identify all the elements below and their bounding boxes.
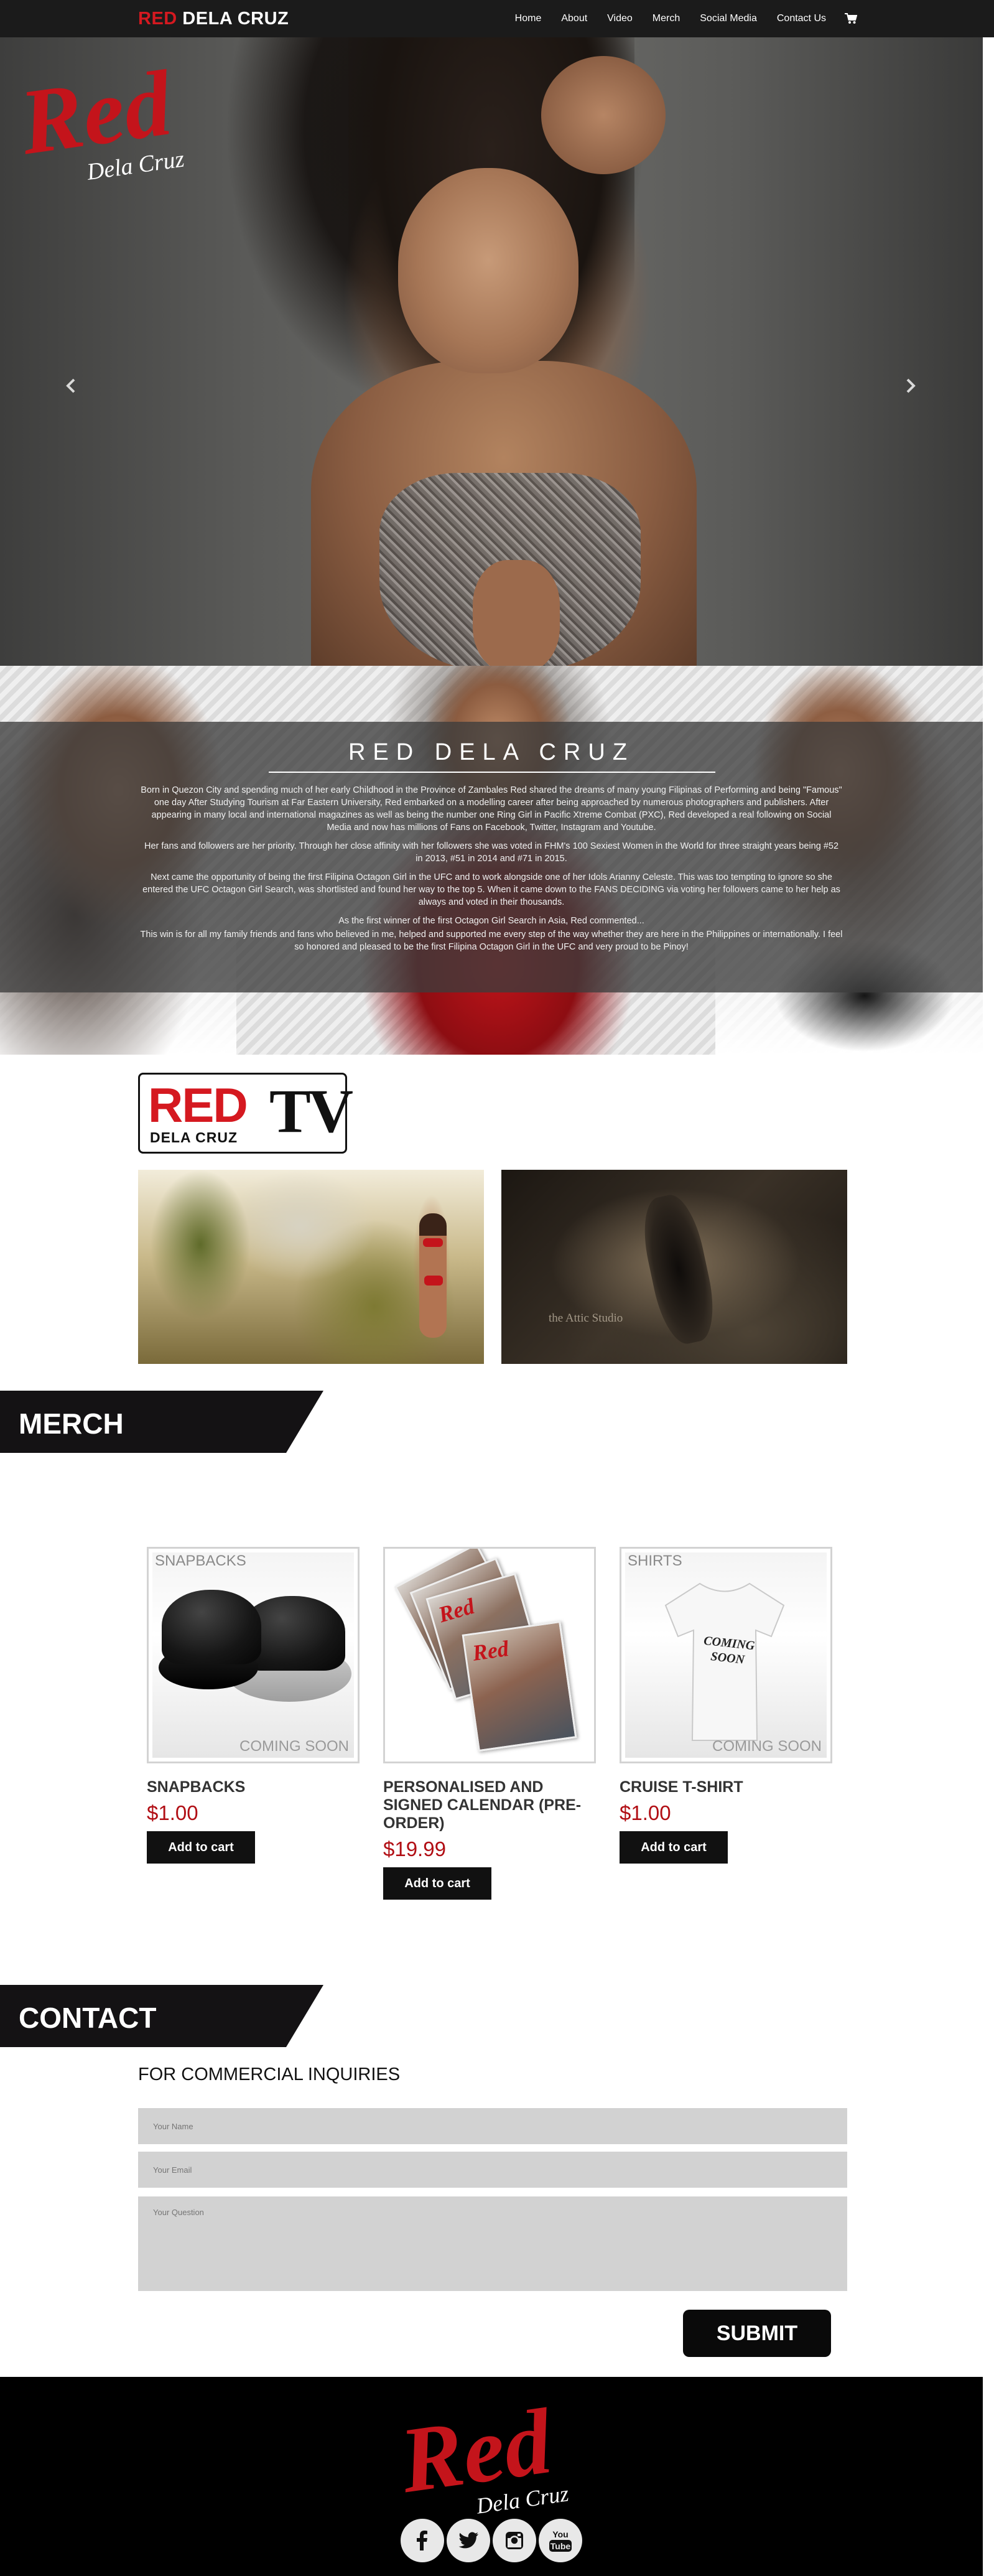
nav-menu: Home About Video Merch Social Media Cont… <box>495 0 857 37</box>
brand-name-text: DELA CRUZ <box>182 9 289 29</box>
carousel-prev-button[interactable] <box>62 376 81 395</box>
facebook-icon <box>417 2531 427 2550</box>
product-image-bg <box>152 1552 354 1758</box>
shopping-cart-icon[interactable] <box>845 13 857 24</box>
hero-skin-shape <box>473 560 560 666</box>
top-navbar: RED DELA CRUZ Home About Video Merch Soc… <box>0 0 994 37</box>
twitter-link[interactable] <box>447 2519 490 2562</box>
about-title: RED DELA CRUZ <box>348 739 635 765</box>
page: { "nav": { "brand_red": "RED", "brand_re… <box>0 0 994 2576</box>
product-price: $1.00 <box>620 1801 671 1824</box>
name-field[interactable] <box>138 2108 847 2144</box>
brand-logo[interactable]: RED DELA CRUZ <box>138 9 289 29</box>
youtube-tube-text: Tube <box>550 2541 571 2551</box>
calendar-cover-red: Red <box>471 1636 511 1666</box>
hero-hand-shape <box>541 56 666 174</box>
nav-link-about[interactable]: About <box>561 13 587 24</box>
product-title[interactable]: CRUISE T-SHIRT <box>620 1778 832 1796</box>
hero-carousel: Red Dela Cruz <box>0 37 983 666</box>
red-tv-logo-tv: TV <box>269 1076 353 1146</box>
product-title[interactable]: PERSONALISED AND SIGNED CALENDAR (PRE-OR… <box>383 1778 596 1832</box>
calendar-card-shape: Red <box>462 1620 577 1752</box>
about-bio: Born in Quezon City and spending much of… <box>140 784 843 959</box>
video-thumbnail-1[interactable] <box>138 1170 484 1364</box>
product-image-bg: Red Red <box>389 1549 590 1758</box>
product-card-tshirt: COMING SOON SHIRTS COMING SOON CRUISE T-… <box>620 1547 832 1864</box>
instagram-link[interactable] <box>493 2519 536 2562</box>
cap-shape <box>162 1590 261 1664</box>
nav-link-video[interactable]: Video <box>607 13 633 24</box>
red-tv-logo: RED TV DELA CRUZ <box>138 1073 353 1154</box>
brand-red-text: RED <box>138 9 177 29</box>
coming-soon-label: COMING SOON <box>239 1738 349 1755</box>
add-to-cart-button[interactable]: Add to cart <box>383 1867 491 1900</box>
hero-face-shape <box>398 168 578 373</box>
product-image[interactable]: COMING SOON SHIRTS COMING SOON <box>620 1547 832 1763</box>
merch-section-header: MERCH <box>0 1391 323 1453</box>
youtube-icon: You Tube <box>549 2529 572 2552</box>
nav-link-contact-us[interactable]: Contact Us <box>777 13 826 24</box>
facebook-link[interactable] <box>401 2519 444 2562</box>
contact-section-header: CONTACT <box>0 1985 323 2047</box>
instagram-icon <box>506 2532 523 2549</box>
youtube-you-text: You <box>552 2529 568 2539</box>
product-image[interactable]: SNAPBACKS COMING SOON <box>147 1547 360 1763</box>
hero-signature-logo: Red Dela Cruz <box>17 51 186 185</box>
red-tv-logo-red: RED <box>148 1078 248 1132</box>
submit-button[interactable]: SUBMIT <box>683 2310 831 2357</box>
about-title-divider <box>269 772 715 773</box>
about-paragraph: Born in Quezon City and spending much of… <box>141 785 842 833</box>
product-image[interactable]: Red Red <box>383 1547 596 1763</box>
about-section: RED DELA CRUZ Born in Quezon City and sp… <box>0 666 983 1055</box>
footer: Red Dela Cruz You Tube <box>0 2377 983 2576</box>
calendar-cover-red: Red <box>435 1593 478 1628</box>
chevron-left-icon <box>66 378 75 393</box>
about-paragraph: Her fans and followers are her priority.… <box>144 841 839 864</box>
about-paragraph: Next came the opportunity of being the f… <box>142 872 840 907</box>
twitter-icon <box>458 2532 478 2549</box>
contact-heading: CONTACT <box>19 2002 157 2034</box>
product-price: $19.99 <box>383 1837 446 1860</box>
product-card-calendar: Red Red PERSONALISED AND SIGNED CALENDAR… <box>383 1547 596 1900</box>
add-to-cart-button[interactable]: Add to cart <box>147 1831 255 1864</box>
video-2-watermark: the Attic Studio <box>549 1312 623 1325</box>
footer-signature-logo: Red Dela Cruz <box>395 2392 570 2517</box>
nav-link-home[interactable]: Home <box>515 13 542 24</box>
add-to-cart-button[interactable]: Add to cart <box>620 1831 728 1864</box>
nav-link-merch[interactable]: Merch <box>653 13 680 24</box>
coming-soon-label: COMING SOON <box>712 1738 822 1755</box>
video-1-bikini-bottom <box>424 1276 443 1286</box>
youtube-link[interactable]: You Tube <box>539 2519 582 2562</box>
commercial-inquiries-heading: FOR COMMERCIAL INQUIRIES <box>138 2065 401 2084</box>
video-thumbnail-2[interactable]: the Attic Studio <box>501 1170 847 1364</box>
product-price: $1.00 <box>147 1801 198 1824</box>
question-field[interactable] <box>138 2196 847 2291</box>
video-2-figure <box>636 1190 722 1348</box>
merch-heading: MERCH <box>19 1407 124 1440</box>
product-category-label: SNAPBACKS <box>155 1552 246 1569</box>
carousel-next-button[interactable] <box>901 376 919 395</box>
nav-link-social-media[interactable]: Social Media <box>700 13 757 24</box>
red-tv-logo-sub: DELA CRUZ <box>150 1129 268 1146</box>
video-1-bikini-top <box>423 1238 443 1247</box>
chevron-right-icon <box>906 378 916 393</box>
product-card-snapbacks: SNAPBACKS COMING SOON SNAPBACKS $1.00 Ad… <box>147 1547 360 1864</box>
product-category-label: SHIRTS <box>628 1552 682 1569</box>
about-paragraph: As the first winner of the first Octagon… <box>338 916 644 926</box>
product-title[interactable]: SNAPBACKS <box>147 1778 360 1796</box>
email-field[interactable] <box>138 2152 847 2188</box>
about-paragraph: This win is for all my family friends an… <box>140 930 843 952</box>
